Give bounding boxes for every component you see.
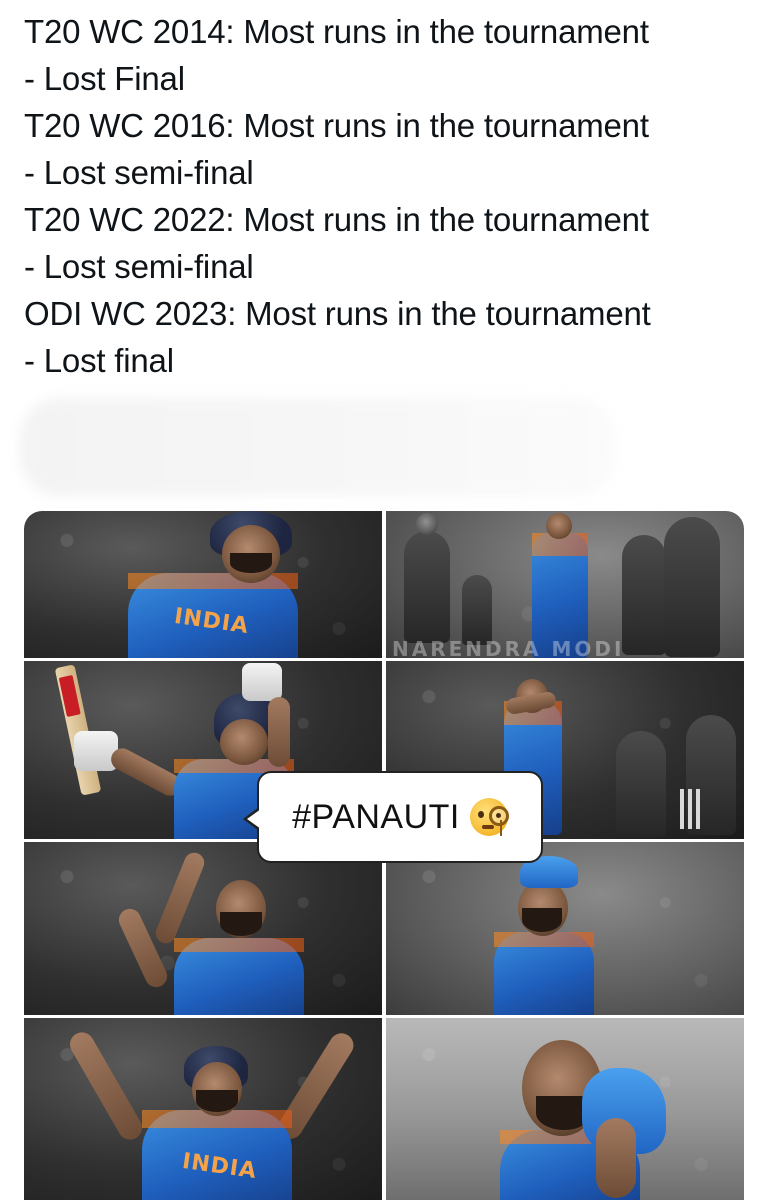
bubble-text: #PANAUTI — [292, 797, 460, 836]
blurred-area — [20, 398, 616, 496]
tweet-line: - Lost final — [24, 342, 174, 379]
tweet-line: ODI WC 2023: Most runs in the tournament — [24, 295, 651, 332]
stadium-banner: NARENDRA MODI STADIUM — [392, 637, 625, 658]
photo-2014-final-loss[interactable]: NARENDRA MODI STADIUM — [386, 511, 744, 658]
monocle-face-icon — [469, 798, 509, 836]
photo-2022-pointing-up[interactable] — [24, 842, 382, 1015]
tweet-line: - Lost semi-final — [24, 154, 254, 191]
photo-2022-semifinal-loss[interactable] — [386, 842, 744, 1015]
tweet-line: T20 WC 2022: Most runs in the tournament — [24, 201, 649, 238]
tweet-line: T20 WC 2014: Most runs in the tournament — [24, 13, 649, 50]
tweet-line: - Lost semi-final — [24, 248, 254, 285]
photo-2014-celebration[interactable]: INDIA — [24, 511, 382, 658]
photo-2023-final-loss[interactable] — [386, 1018, 744, 1200]
tweet-line: T20 WC 2016: Most runs in the tournament — [24, 107, 649, 144]
tweet-text: T20 WC 2014: Most runs in the tournament… — [24, 8, 754, 384]
photo-2023-celebration[interactable]: INDIA — [24, 1018, 382, 1200]
panauti-speech-bubble: #PANAUTI — [243, 771, 543, 863]
tweet-line: - Lost Final — [24, 60, 185, 97]
